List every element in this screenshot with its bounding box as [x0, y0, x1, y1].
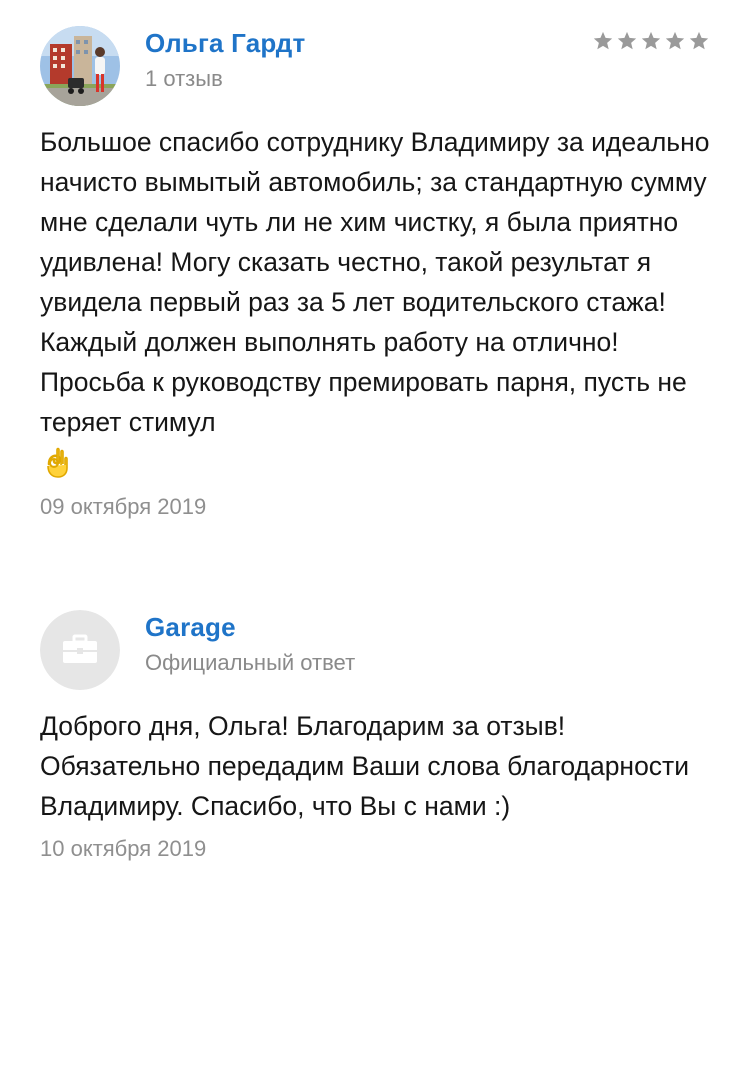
- review-header: Ольга Гардт 1 отзыв: [40, 26, 710, 106]
- briefcase-icon: [40, 610, 120, 690]
- official-reply: Garage Официальный ответ Доброго дня, Ол…: [40, 610, 710, 862]
- review-date: 09 октября 2019: [40, 494, 207, 519]
- reply-header: Garage Официальный ответ: [40, 610, 710, 690]
- official-reply-label: Официальный ответ: [145, 650, 356, 675]
- star-icon: [593, 31, 613, 50]
- star-icon: [617, 31, 637, 50]
- review-card: Ольга Гардт 1 отзыв Большое спасибо сотр…: [40, 26, 710, 520]
- star-icon: [689, 31, 709, 50]
- author-name[interactable]: Ольга Гардт: [145, 28, 305, 59]
- reply-text: Доброго дня, Ольга! Благодарим за отзыв!…: [40, 711, 689, 821]
- review-text: Большое спасибо сотруднику Владимиру за …: [40, 127, 710, 437]
- rating-stars: [592, 30, 710, 52]
- author-review-count: 1 отзыв: [145, 66, 223, 91]
- ok-hand-icon: [47, 447, 68, 478]
- business-avatar[interactable]: [40, 610, 120, 690]
- avatar-photo: [40, 26, 120, 106]
- business-name[interactable]: Garage: [145, 612, 236, 643]
- avatar[interactable]: [40, 26, 120, 106]
- reply-date: 10 октября 2019: [40, 836, 207, 861]
- star-icon: [641, 31, 661, 50]
- star-icon: [665, 31, 685, 50]
